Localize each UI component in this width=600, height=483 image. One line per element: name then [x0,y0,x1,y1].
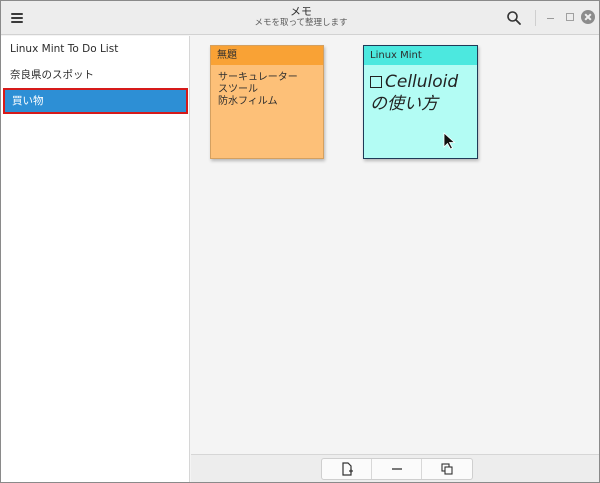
note-card[interactable]: Linux Mint Celluloid の使い方 [363,45,478,159]
remove-note-icon [391,468,402,470]
note-title: Linux Mint [364,46,477,65]
note-card[interactable]: 無題 サーキュレーター スツール 防水フィルム [210,45,324,159]
note-body: サーキュレーター スツール 防水フィルム [211,65,323,115]
close-icon[interactable] [581,10,595,24]
header-bar: メモ メモを取って整理します [1,1,599,35]
new-note-button[interactable] [322,459,372,479]
new-note-icon [341,462,353,476]
duplicate-note-button[interactable] [422,459,472,479]
notes-area: 無題 サーキュレーター スツール 防水フィルム Linux Mint Cellu… [191,36,599,454]
window-controls-separator [535,10,536,26]
minimize-icon[interactable] [544,10,558,24]
note-line: Celluloid [385,72,459,92]
note-line: スツール [218,84,258,95]
sidebar-item-linux-mint-todo[interactable]: Linux Mint To Do List [1,36,190,62]
duplicate-note-icon [441,463,453,475]
remove-note-button[interactable] [372,459,422,479]
app-window: メモ メモを取って整理します Linux Mint To Do List 奈良県… [0,0,600,483]
hamburger-menu-icon[interactable] [9,9,27,27]
title-area: メモ メモを取って整理します [151,5,451,29]
note-line: サーキュレーター [218,72,298,83]
sidebar-item-nara-spots[interactable]: 奈良県のスポット [1,62,190,88]
window-title: メモ [290,5,312,18]
mouse-pointer-icon [443,132,456,150]
note-body: Celluloid の使い方 [364,65,477,121]
bottom-toolbar [191,454,599,482]
sidebar-item-shopping[interactable]: 買い物 [3,88,188,114]
window-subtitle: メモを取って整理します [254,18,348,28]
notebook-sidebar: Linux Mint To Do List 奈良県のスポット 買い物 [1,36,190,482]
note-title: 無題 [211,46,323,65]
note-line: 防水フィルム [218,96,278,107]
maximize-icon[interactable] [563,10,577,24]
note-line: の使い方 [370,94,438,114]
search-icon[interactable] [506,10,522,26]
note-actions-group [321,458,473,480]
checkbox-icon[interactable] [370,76,382,88]
